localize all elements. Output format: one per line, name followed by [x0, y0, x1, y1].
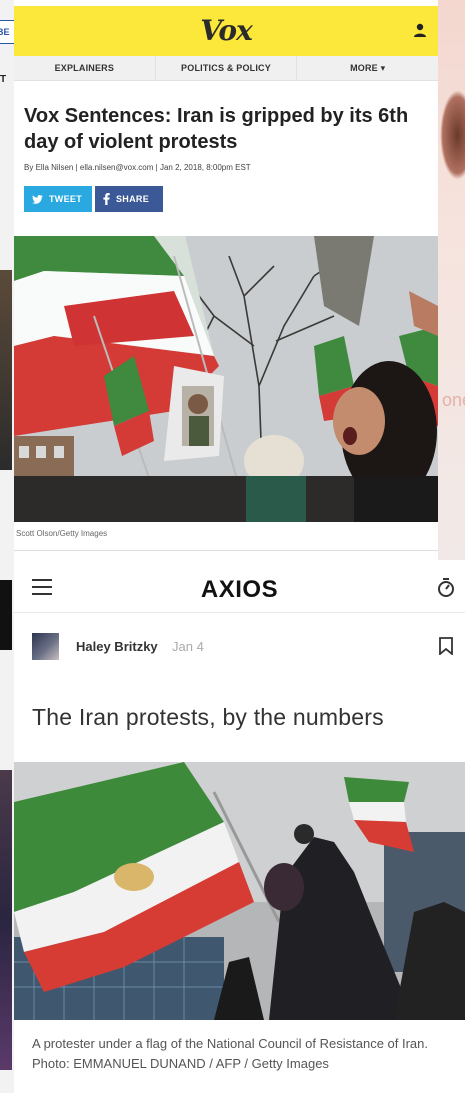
- author-row: Haley Britzky Jan 4: [14, 613, 465, 669]
- background-photo-fragment-2: [0, 770, 12, 1070]
- axios-headline: The Iran protests, by the numbers: [32, 704, 384, 730]
- vox-nav-bar: EXPLAINERS POLITICS & POLICY MORE ▾: [14, 56, 438, 81]
- background-text-fragment: one: [442, 390, 465, 410]
- nav-item-explainers[interactable]: EXPLAINERS: [14, 56, 155, 80]
- vox-headline: Vox Sentences: Iran is gripped by its 6t…: [24, 105, 409, 153]
- protest-photo-2[interactable]: [14, 762, 465, 1020]
- background-photo-fragment: [0, 270, 12, 470]
- facebook-icon: [103, 193, 110, 205]
- stopwatch-icon[interactable]: [437, 578, 455, 598]
- facebook-share-button[interactable]: SHARE: [95, 186, 163, 212]
- avatar[interactable]: [32, 633, 59, 660]
- user-icon[interactable]: [412, 22, 428, 38]
- author-name[interactable]: Haley Britzky: [76, 639, 158, 654]
- publish-date: Jan 2, 2018, 8:00pm EST: [159, 163, 251, 172]
- nav-item-more[interactable]: MORE ▾: [296, 56, 438, 80]
- email-link[interactable]: ella.nilsen@vox.com: [80, 163, 153, 172]
- axios-logo[interactable]: AXIOS: [14, 576, 465, 604]
- publish-date: Jan 4: [172, 639, 204, 654]
- photo-caption: A protester under a flag of the National…: [32, 1036, 429, 1071]
- twitter-bird-icon: [32, 194, 43, 204]
- vox-logo[interactable]: Vox: [14, 14, 438, 47]
- background-face-fragment: [440, 90, 465, 180]
- photo-credit: Scott Olson/Getty Images: [16, 529, 108, 538]
- axios-article-card: AXIOS Haley Britzky Jan 4 The Iran prote…: [14, 566, 465, 1093]
- background-tab-fragment: BE: [0, 20, 15, 44]
- background-dark-block: [0, 580, 12, 650]
- axios-header: AXIOS: [14, 566, 465, 613]
- background-right-strip: [438, 0, 465, 560]
- vox-article-card: Vox EXPLAINERS POLITICS & POLICY MORE ▾ …: [14, 6, 438, 558]
- vox-byline: By Ella Nilsen | ella.nilsen@vox.com | J…: [24, 163, 251, 172]
- bookmark-icon[interactable]: [439, 637, 453, 655]
- divider: [14, 550, 438, 551]
- nav-item-politics-policy[interactable]: POLITICS & POLICY: [154, 56, 297, 80]
- share-buttons: TWEET SHARE: [24, 186, 438, 212]
- vox-header-bar: Vox: [14, 6, 438, 56]
- tweet-button[interactable]: TWEET: [24, 186, 92, 212]
- background-letter-fragment: T: [0, 74, 7, 85]
- byline-prefix: By: [24, 163, 34, 172]
- author-link[interactable]: Ella Nilsen: [36, 163, 74, 172]
- protest-photo[interactable]: [14, 236, 438, 522]
